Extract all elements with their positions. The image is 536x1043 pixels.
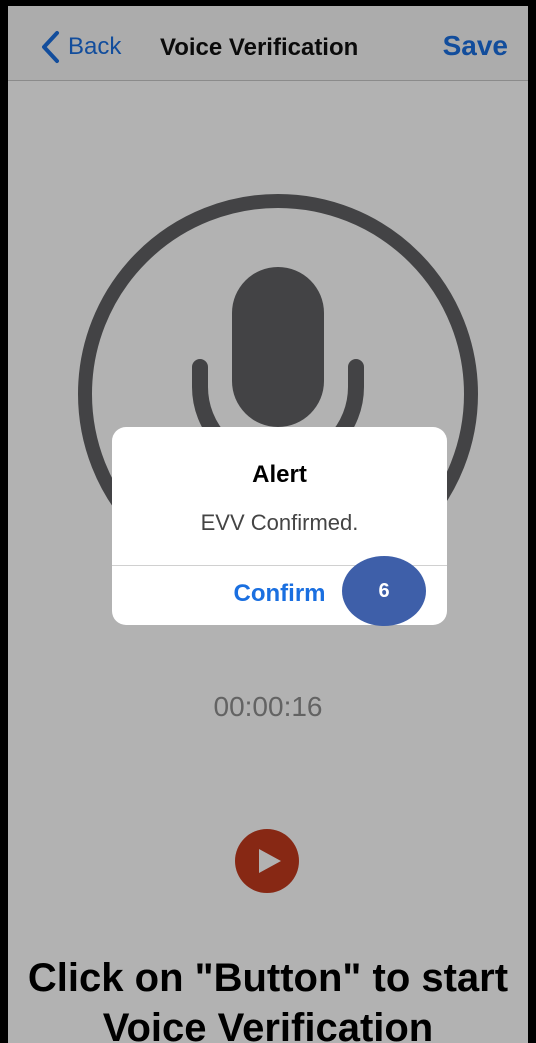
- alert-message: EVV Confirmed.: [200, 510, 359, 535]
- app-screen: Back Voice Verification Save 00:00:16 Cl…: [8, 6, 528, 1043]
- step-badge: 6: [342, 556, 426, 626]
- device-frame: Back Voice Verification Save 00:00:16 Cl…: [0, 0, 536, 1043]
- alert-title: Alert: [252, 461, 307, 488]
